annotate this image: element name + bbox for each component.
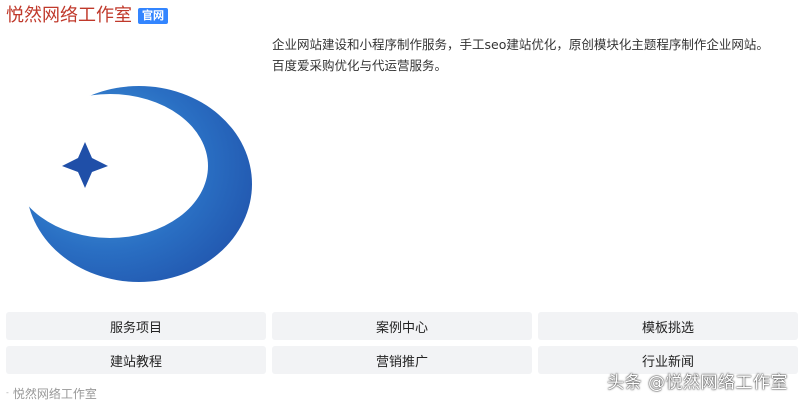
sitelink-marketing[interactable]: 营销推广 <box>272 346 532 374</box>
search-result-card: 悦然网络工作室 官网 企业网站建设和小程序制作服务，手工seo建站优化，原创模块… <box>0 0 800 402</box>
result-description: 企业网站建设和小程序制作服务，手工seo建站优化，原创模块化主题程序制作企业网站… <box>272 34 792 76</box>
link-icon: ˗ <box>6 388 9 398</box>
official-badge: 官网 <box>138 8 168 24</box>
result-source[interactable]: ˗ 悦然网络工作室 <box>6 385 97 401</box>
source-name: 悦然网络工作室 <box>12 386 97 401</box>
description-line: 企业网站建设和小程序制作服务，手工seo建站优化，原创模块化主题程序制作企业网站… <box>272 37 769 52</box>
crescent-shape <box>26 86 252 282</box>
crescent-star-logo-icon[interactable] <box>14 84 254 284</box>
result-title-row: 悦然网络工作室 官网 <box>6 4 168 28</box>
sitelinks-grid: 服务项目 案例中心 模板挑选 建站教程 营销推广 行业新闻 <box>6 312 798 374</box>
sitelink-tutorials[interactable]: 建站教程 <box>6 346 266 374</box>
sitelink-templates[interactable]: 模板挑选 <box>538 312 798 340</box>
description-line: 百度爱采购优化与代运营服务。 <box>272 58 448 73</box>
sitelink-services[interactable]: 服务项目 <box>6 312 266 340</box>
result-title-link[interactable]: 悦然网络工作室 <box>6 4 132 28</box>
sitelink-cases[interactable]: 案例中心 <box>272 312 532 340</box>
logo-svg <box>26 86 252 282</box>
watermark: 头条 @悦然网络工作室 <box>607 372 788 393</box>
